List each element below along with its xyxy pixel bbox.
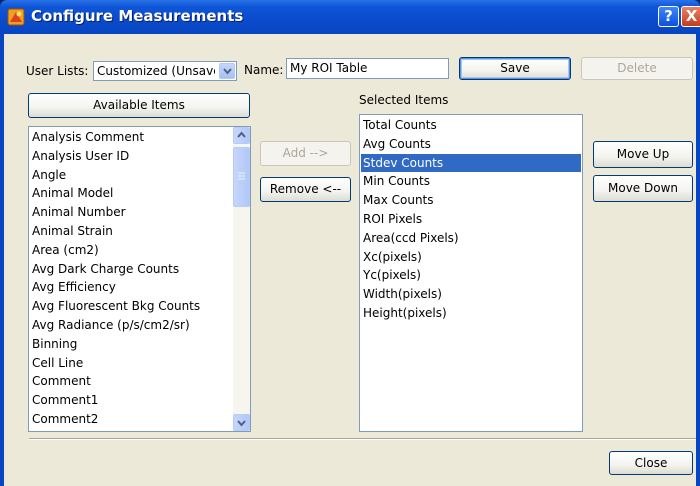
name-label: Name: [244,63,284,77]
close-button[interactable]: Close [609,451,693,475]
list-item[interactable]: Max Counts [363,191,434,209]
list-item[interactable]: Avg Radiance (p/s/cm2/sr) [32,316,190,334]
list-item[interactable]: Avg Fluorescent Bkg Counts [32,297,200,315]
chevron-down-icon[interactable] [219,63,235,79]
available-items-scrollbar[interactable] [233,127,250,431]
remove-button[interactable]: Remove <-- [260,177,351,202]
list-item[interactable]: Yc(pixels) [363,266,421,284]
list-item[interactable]: Animal Number [32,203,126,221]
list-item[interactable]: Comment1 [32,391,98,409]
user-lists-dropdown[interactable]: Customized (Unsaved) [93,61,237,81]
list-item[interactable]: Avg Counts [363,135,431,153]
list-item[interactable]: Stdev Counts [361,153,581,172]
add-button[interactable]: Add --> [260,141,351,166]
window-frame-right [696,34,700,486]
user-lists-value: Customized (Unsaved) [97,64,215,78]
selected-items-header: Selected Items [359,93,449,107]
selected-items-list[interactable]: Total Counts Avg Counts Stdev Counts Min Co… [359,114,583,432]
scroll-thumb[interactable] [233,147,250,207]
list-item[interactable]: Xc(pixels) [363,248,422,266]
list-item[interactable]: Total Counts [363,116,437,134]
name-field-value: My ROI Table [290,61,368,75]
list-item[interactable]: Avg Efficiency [32,278,116,296]
dialog-window: Configure Measurements ? X User Lists: C… [0,0,700,486]
user-lists-label: User Lists: [26,64,89,78]
available-items-button[interactable]: Available Items [28,93,250,118]
title-bar[interactable]: Configure Measurements ? X [0,0,700,34]
list-item[interactable]: Width(pixels) [363,285,442,303]
scroll-down-icon[interactable] [233,414,250,431]
list-item[interactable]: Animal Strain [32,222,113,240]
close-icon[interactable]: X [681,6,700,27]
move-down-button[interactable]: Move Down [593,175,693,202]
list-item[interactable]: ROI Pixels [363,210,422,228]
list-item[interactable]: Animal Model [32,184,113,202]
app-icon [7,8,25,26]
list-item[interactable]: Binning [32,335,77,353]
list-item[interactable]: Area (cm2) [32,241,99,259]
list-item[interactable]: Cell Line [32,354,83,372]
list-item[interactable]: Analysis User ID [32,147,129,165]
list-item[interactable]: Angle [32,166,66,184]
list-item[interactable]: Avg Dark Charge Counts [32,260,179,278]
available-items-list[interactable]: Analysis Comment Analysis User ID Angle Ani… [28,126,251,432]
window-title: Configure Measurements [31,7,244,25]
list-item[interactable]: Comment2 [32,410,98,428]
save-button[interactable]: Save [459,57,571,80]
list-item[interactable]: Area(ccd Pixels) [363,229,459,247]
list-item[interactable]: Height(pixels) [363,304,447,322]
move-up-button[interactable]: Move Up [593,141,693,168]
delete-button[interactable]: Delete [581,57,693,80]
list-item[interactable]: Analysis Comment [32,128,144,146]
name-field[interactable]: My ROI Table [286,58,449,79]
list-item[interactable]: Min Counts [363,172,430,190]
footer-separator [29,438,696,440]
help-icon[interactable]: ? [658,6,679,27]
scroll-up-icon[interactable] [233,127,250,144]
list-item[interactable]: Comment [32,372,91,390]
